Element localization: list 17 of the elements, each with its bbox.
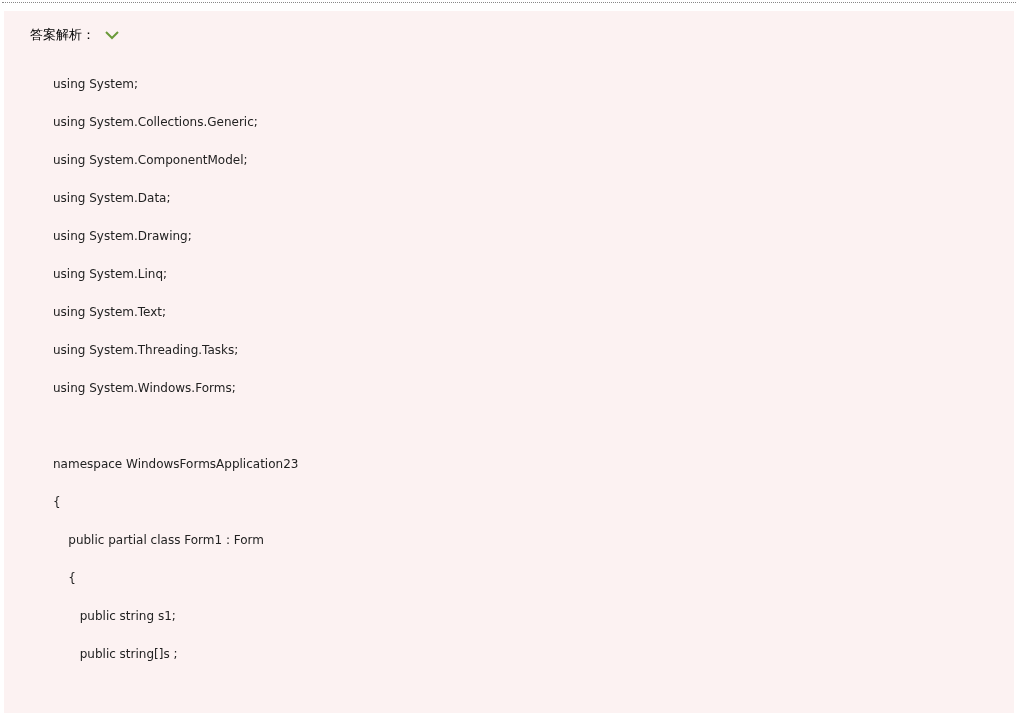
code-line: namespace WindowsFormsApplication23: [53, 456, 299, 473]
code-line: public string s1;: [78, 608, 176, 625]
section-title: 答案解析：: [30, 26, 95, 45]
code-line: {: [67, 570, 76, 587]
code-line: using System.Drawing;: [53, 228, 192, 245]
code-line: using System.Text;: [53, 304, 167, 321]
code-line: {: [53, 494, 61, 511]
code-line: public partial class Form1 : Form: [67, 532, 264, 549]
code-line: using System.Data;: [53, 190, 171, 207]
code-line: public string[]s ;: [78, 646, 178, 663]
chevron-icon[interactable]: [105, 30, 119, 40]
code-line: using System.Threading.Tasks;: [53, 342, 239, 359]
code-line: using System.ComponentModel;: [53, 152, 248, 169]
code-line: using System.Windows.Forms;: [53, 380, 236, 397]
code-line: using System.Linq;: [53, 266, 168, 283]
code-line: using System;: [53, 76, 139, 93]
code-line: using System.Collections.Generic;: [53, 114, 258, 131]
